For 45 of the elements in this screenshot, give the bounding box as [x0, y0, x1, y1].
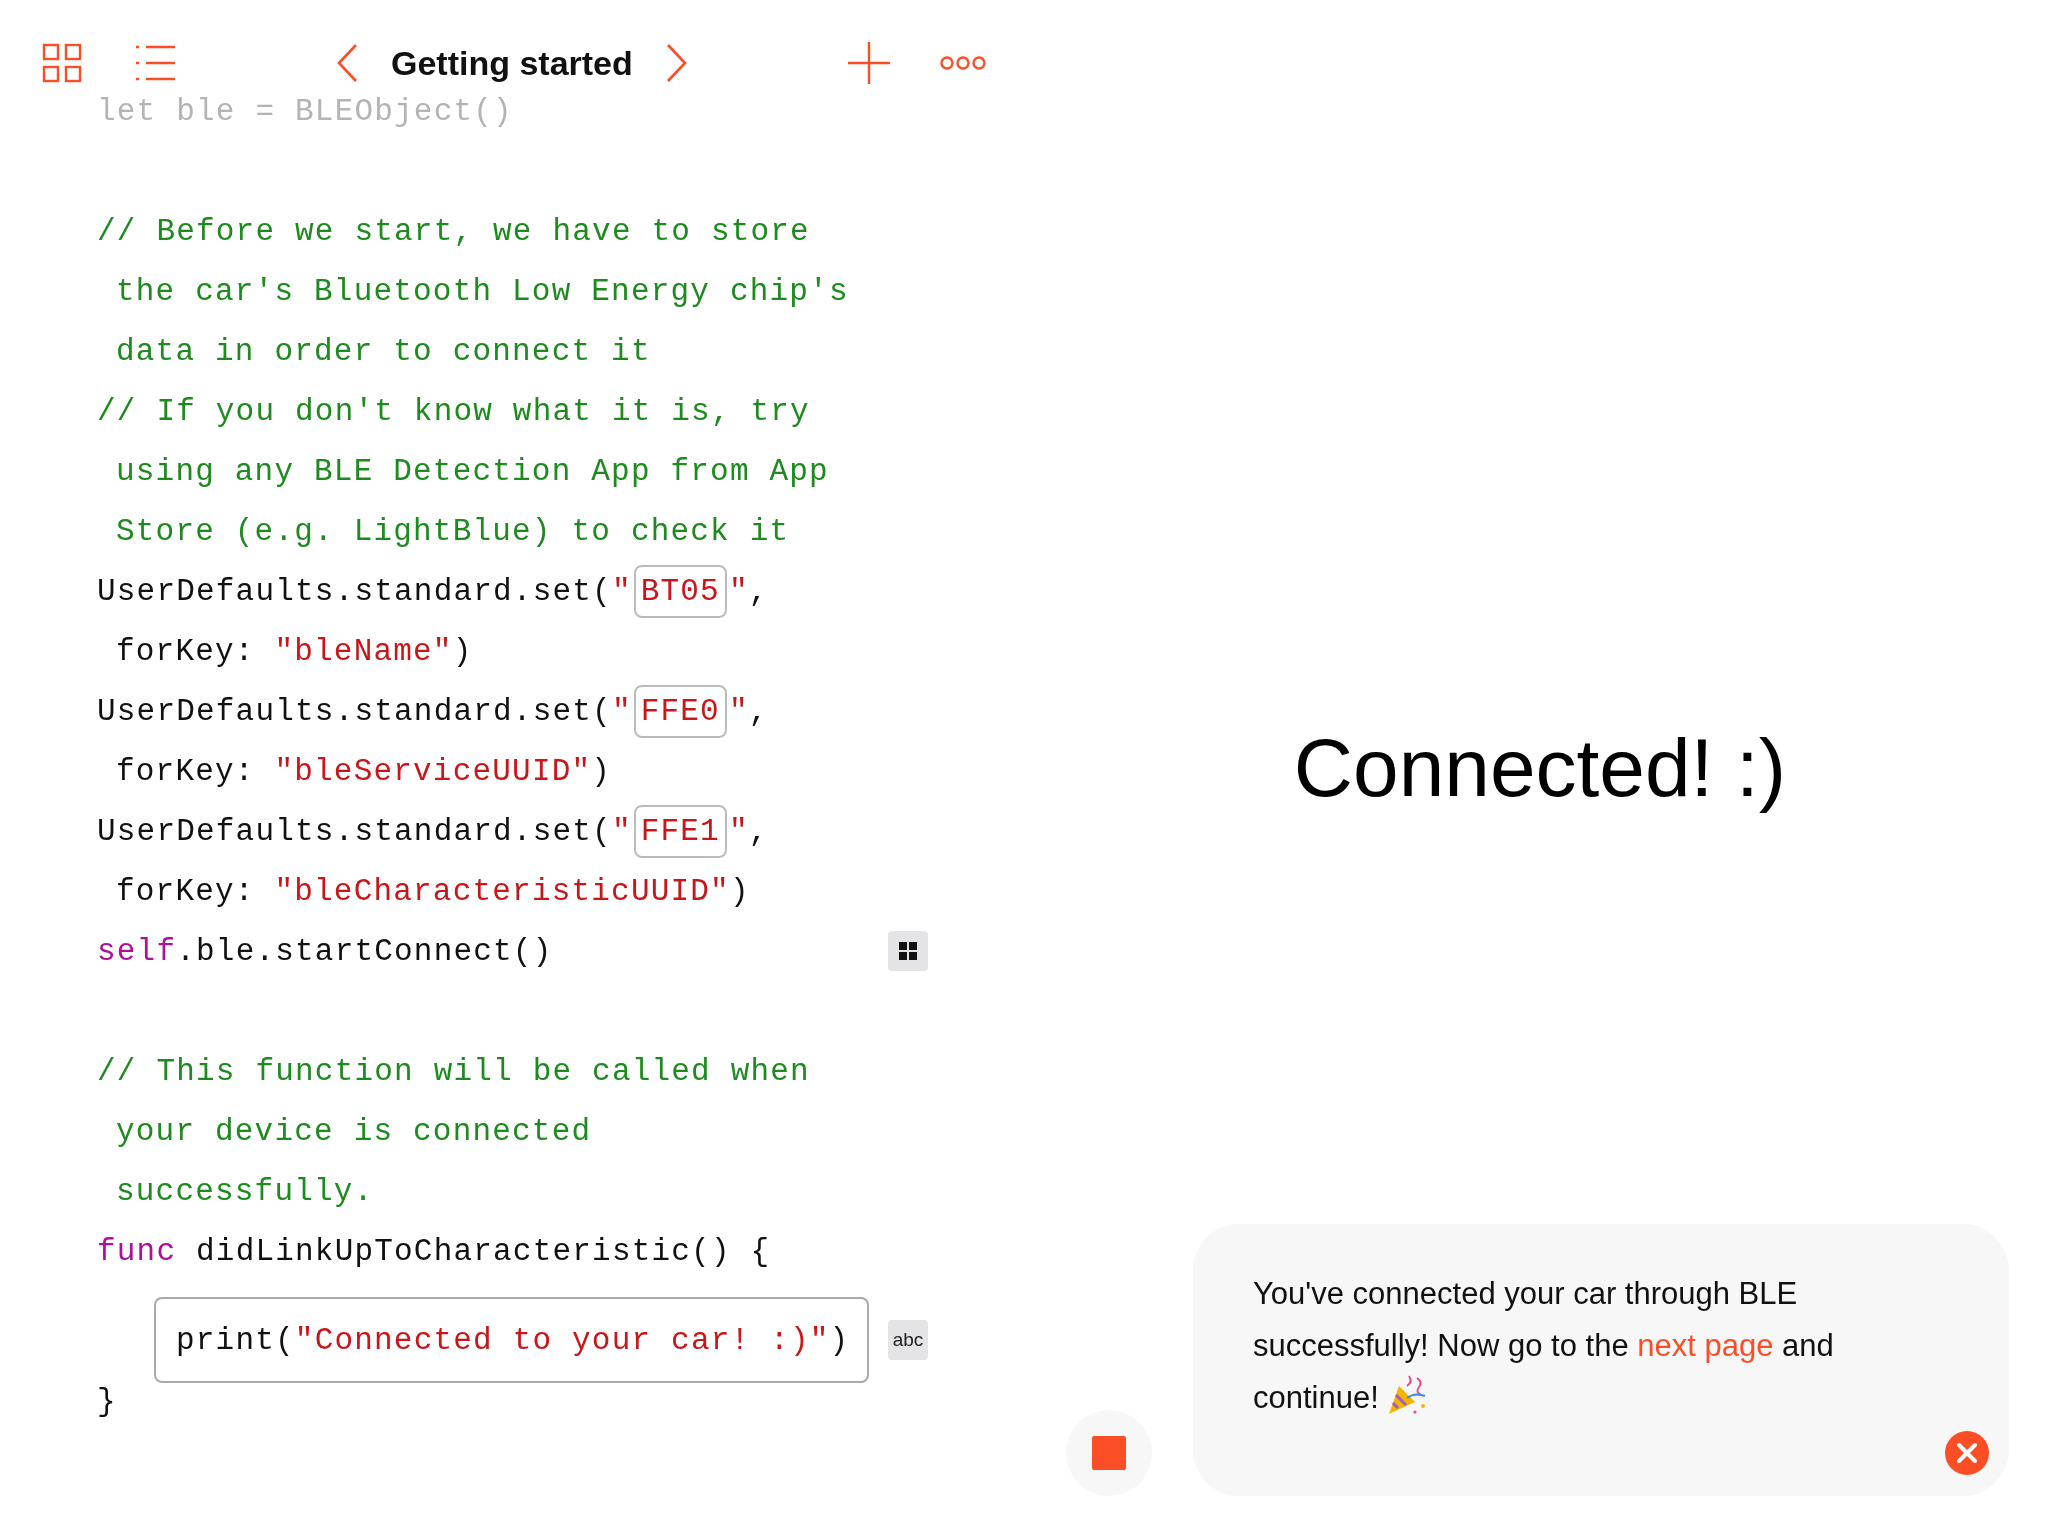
grid-icon[interactable] [888, 931, 928, 971]
next-page-link[interactable]: next page [1637, 1328, 1774, 1363]
code-line: successfully. [116, 1173, 374, 1209]
code-text: " [611, 573, 632, 609]
code-line: your device is connected [116, 1113, 592, 1149]
code-text: , [748, 693, 769, 729]
close-icon[interactable] [1945, 1431, 1989, 1475]
more-icon[interactable] [940, 55, 986, 71]
previous-page-icon[interactable] [336, 43, 358, 83]
code-line: forKey: "bleName") [116, 633, 473, 669]
page-title: Getting started [391, 43, 633, 84]
code-text: , [748, 813, 769, 849]
next-page-icon[interactable] [666, 43, 688, 83]
code-line: data in order to connect it [116, 333, 651, 369]
code-line: forKey: "bleServiceUUID") [116, 753, 612, 789]
code-text: UserDefaults.standard.set( [97, 693, 612, 729]
live-view-heading: Connected! :) [1293, 721, 1787, 815]
code-input-field[interactable]: print("Connected to your car! :)") [154, 1297, 870, 1383]
add-icon[interactable] [848, 42, 890, 84]
message-text: You've connected your car through BLE successfully! Now go to the next page and continue! [1253, 1275, 1835, 1418]
faded-code-line: let ble = BLEObject() [97, 93, 513, 129]
code-text: " [728, 693, 749, 729]
code-text: " [728, 573, 749, 609]
code-text: " [611, 813, 632, 849]
code-line: Store (e.g. LightBlue) to check it [116, 513, 790, 549]
code-text: UserDefaults.standard.set( [97, 573, 612, 609]
placeholder-field[interactable]: BT05 [633, 564, 727, 618]
code-line: the car's Bluetooth Low Energy chip's [116, 273, 849, 309]
code-line: // Before we start, we have to store [97, 213, 810, 249]
code-line: using any BLE Detection App from App [116, 453, 829, 489]
code-line: // If you don't know what it is, try [97, 393, 810, 429]
browse-icon[interactable] [42, 43, 82, 83]
list-icon[interactable] [134, 44, 176, 82]
code-text: , [748, 573, 769, 609]
placeholder-field[interactable]: FFE1 [633, 804, 727, 858]
placeholder-field[interactable]: FFE0 [633, 684, 727, 738]
code-line: } [97, 1383, 117, 1419]
code-line: self.ble.startConnect() [97, 933, 553, 969]
code-text: UserDefaults.standard.set( [97, 813, 612, 849]
code-line: forKey: "bleCharacteristicUUID") [116, 873, 750, 909]
code-line: func didLinkUpToCharacteristic() { [97, 1233, 771, 1269]
keyboard-toggle-button[interactable]: abc [888, 1320, 928, 1360]
code-text: " [611, 693, 632, 729]
code-text: " [728, 813, 749, 849]
code-line: // This function will be called when [97, 1053, 810, 1089]
